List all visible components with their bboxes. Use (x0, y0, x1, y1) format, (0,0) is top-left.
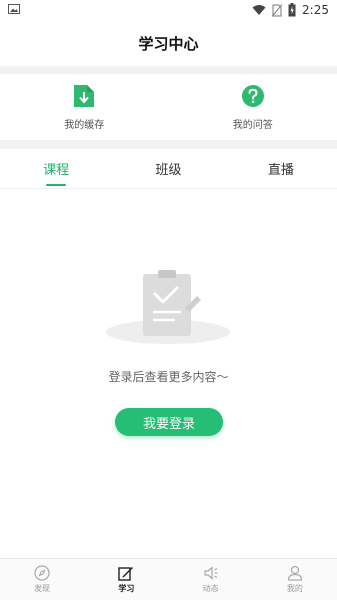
nav-feed[interactable]: 动态 (169, 559, 253, 600)
nav-discover-label: 发现 (34, 584, 51, 593)
nav-me[interactable]: 我的 (253, 559, 337, 600)
nav-study[interactable]: 学习 (84, 559, 168, 600)
nav-feed-label: 动态 (202, 584, 219, 593)
bottom-nav: 发现 学习 动态 我的 (0, 558, 337, 600)
tab-classes[interactable]: 班级 (112, 149, 224, 188)
edit-note-icon (118, 567, 134, 581)
header: 学习中心 (0, 20, 337, 66)
empty-clipboard-icon (106, 270, 230, 344)
nav-study-label: 学习 (118, 584, 135, 593)
my-cache-label: 我的缓存 (64, 119, 105, 131)
my-cache-button[interactable]: 我的缓存 (0, 74, 169, 140)
divider (0, 140, 337, 149)
empty-state: 登录后查看更多内容～ 我要登录 (0, 190, 337, 560)
wifi-icon (252, 5, 266, 15)
download-folder-icon (74, 84, 95, 107)
tab-bar: 课程 班级 直播 (0, 149, 337, 189)
battery-icon (288, 3, 296, 17)
quick-links: 我的缓存 我的问答 (0, 74, 337, 140)
question-icon (241, 84, 264, 107)
status-bar: 2:25 (0, 0, 337, 20)
divider (0, 66, 337, 74)
my-qa-label: 我的问答 (232, 119, 273, 131)
login-button[interactable]: 我要登录 (115, 408, 223, 436)
empty-message: 登录后查看更多内容～ (108, 370, 229, 384)
tab-courses[interactable]: 课程 (0, 149, 112, 188)
compass-icon (34, 565, 50, 581)
user-icon (287, 565, 302, 581)
status-time: 2:25 (302, 3, 329, 17)
speaker-icon (204, 566, 218, 580)
nav-discover[interactable]: 发现 (0, 559, 84, 600)
no-sim-icon (272, 3, 283, 17)
nav-me-label: 我的 (286, 584, 303, 593)
page-title: 学习中心 (138, 34, 199, 53)
tab-live[interactable]: 直播 (225, 149, 337, 188)
my-qa-button[interactable]: 我的问答 (169, 74, 337, 140)
image-icon (8, 4, 20, 14)
